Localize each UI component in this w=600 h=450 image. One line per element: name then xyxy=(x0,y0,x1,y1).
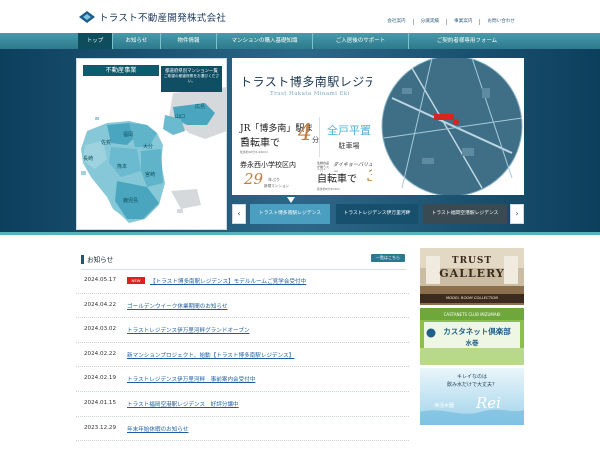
water-purifier-banner[interactable]: キレイなのは 飲み水だけで大丈夫？ 浄活水器 Rei xyxy=(420,368,524,425)
news-date: 2024.02.19 xyxy=(84,375,117,382)
nav-item-properties[interactable]: 物件情報 xyxy=(161,33,217,49)
news-section: お知らせ 一覧はこちら 2024.05.17 NEW 【トラスト博多南駅レジデン… xyxy=(76,248,409,450)
carousel-tab-fukuoka-airport[interactable]: トラスト福岡空港駅レジデンス xyxy=(423,204,507,224)
news-row: 2024.02.19 トラストレジデンス伊万里河畔 事前案内会受付中 xyxy=(76,367,409,392)
parking-line2: 駐車場 xyxy=(338,142,360,150)
castanets-title: カスタネット倶楽部 xyxy=(443,327,511,336)
news-title: お知らせ xyxy=(87,256,114,264)
site-header: トラスト不動産開発株式会社 会社案内 分譲実績 事業案内 お問い合わせ xyxy=(0,0,600,33)
news-link[interactable]: トラストレジデンス伊万里河畔 事前案内会受付中 xyxy=(127,375,255,383)
utility-link-company[interactable]: 会社案内 xyxy=(380,19,412,25)
pref-label-yamaguchi[interactable]: 山口 xyxy=(175,113,185,120)
news-link[interactable]: トラストレジデンス伊万里河畔グランドオープン xyxy=(127,326,250,334)
castanets-small-label: CASTANETS CLUB MIZUMAKI xyxy=(443,312,501,317)
map-description: 都道府県別マンション一覧 ご希望の都道府県をお選びください。 xyxy=(161,66,222,92)
news-row: 2024.01.15 トラスト福岡空港駅レジデンス 好評分譲中 xyxy=(76,392,409,417)
global-nav: トップ お知らせ 物件情報 マンションの購入基礎知識 ご入居後のサポート ご契約… xyxy=(0,33,600,49)
nav-item-top[interactable]: トップ xyxy=(78,33,113,49)
prefecture-map-panel: 不動産事業 都道府県別マンション一覧 ご希望の都道府県をお選びください。 広島 … xyxy=(76,58,227,230)
news-row: 2024.04.22 ゴールデンウイーク休業期間のお知らせ xyxy=(76,294,409,319)
supermarket-block: 生鮮食品が揃うスーパー ダイキョーバリュー 自転車で 3 徒歩約9分(670m) xyxy=(317,160,377,194)
station-access-note: 徒歩約16分(1,240m) xyxy=(240,150,268,154)
gallery-title-line1: TRUST xyxy=(451,256,493,266)
news-link[interactable]: ゴールデンウイーク休業期間のお知らせ xyxy=(127,302,228,310)
water-question-line2: 飲み水だけで大丈夫？ xyxy=(446,382,497,388)
gallery-subtitle: MODEL ROOM COLLECTION xyxy=(445,295,499,300)
pref-label-miyazaki[interactable]: 宮崎 xyxy=(145,171,155,178)
pref-label-kumamoto[interactable]: 熊本 xyxy=(117,163,127,170)
station-access-unit: 分 xyxy=(312,136,319,144)
nav-item-basics[interactable]: マンションの購入基礎知識 xyxy=(217,33,313,49)
news-more-button[interactable]: 一覧はこちら xyxy=(371,254,405,262)
news-row: 2024.03.02 トラストレジデンス伊万里河畔グランドオープン xyxy=(76,318,409,343)
news-link[interactable]: 年末年始休暇のお知らせ xyxy=(127,425,188,433)
gallery-banner[interactable]: TRUST GALLERY MODEL ROOM COLLECTION xyxy=(420,248,524,305)
station-access-block: JR「博多南」駅まで 自転車で 4 分 徒歩約16分(1,240m) xyxy=(240,117,320,157)
featured-property-subtitle: Trust Hakata Minami Eki xyxy=(270,91,350,97)
castanets-logo-icon xyxy=(426,328,436,338)
school-note: 新規マンション xyxy=(264,184,290,188)
supermarket-note: 徒歩約9分(670m) xyxy=(317,187,341,191)
nav-item-contract-form[interactable]: ご契約者様専用フォーム xyxy=(409,33,525,49)
supermarket-line: 自転車で xyxy=(317,174,357,185)
news-date: 2024.02.22 xyxy=(84,350,117,357)
news-date: 2024.03.02 xyxy=(84,326,117,333)
featured-property-panel[interactable]: トラスト博多南駅レジデンス Trust Hakata Minami Eki JR… xyxy=(232,58,524,195)
news-link[interactable]: トラスト福岡空港駅レジデンス 好評分譲中 xyxy=(127,400,239,408)
aerial-photo-image xyxy=(372,58,524,195)
pref-label-nagasaki[interactable]: 長崎 xyxy=(83,155,93,162)
nav-item-support[interactable]: ご入居後のサポート xyxy=(313,33,409,49)
station-access-line2: 自転車で xyxy=(240,138,280,149)
carousel-indicator-icon xyxy=(287,197,295,203)
school-line1: 券永西小学校区内 xyxy=(240,161,296,169)
parking-line1: 全戸平置 xyxy=(327,124,371,137)
pref-label-saga[interactable]: 佐賀 xyxy=(101,139,111,146)
news-link[interactable]: 【トラスト博多南駅レジデンス】モデルルームご見学会受付中 xyxy=(150,277,306,285)
map-title: 不動産事業 xyxy=(83,65,159,76)
carousel-tab-imari-kahan[interactable]: トラストレジデンス伊万里河畔 xyxy=(336,204,418,224)
water-question-line1: キレイなのは xyxy=(456,374,487,380)
new-badge: NEW xyxy=(127,277,145,284)
news-date: 2024.05.17 xyxy=(84,277,117,283)
news-row: 2024.02.22 新マンションプロジェクト、始動【トラスト博多南駅レジデンス… xyxy=(76,343,409,368)
company-name: トラスト不動産開発株式会社 xyxy=(99,13,227,24)
nav-item-news[interactable]: お知らせ xyxy=(113,33,161,49)
news-row: 2024.05.17 NEW 【トラスト博多南駅レジデンス】モデルルームご見学会… xyxy=(76,269,409,294)
station-access-minutes: 4 xyxy=(298,121,312,146)
castanets-subtitle: 水巻 xyxy=(465,339,479,347)
utility-link-results[interactable]: 分譲実績 xyxy=(412,19,446,25)
news-list: 2024.05.17 NEW 【トラスト博多南駅レジデンス】モデルルームご見学会… xyxy=(76,269,409,442)
school-block: 券永西小学校区内 29 年ぶり 新規マンション xyxy=(240,160,310,194)
utility-links: 会社案内 分譲実績 事業案内 お問い合わせ xyxy=(380,19,522,25)
map-desc-line2: ご希望の都道府県をお選びください。 xyxy=(163,74,220,83)
news-heading-bar xyxy=(81,254,84,264)
pref-label-oita[interactable]: 大分 xyxy=(143,143,153,150)
carousel-tab-hakata-minami[interactable]: トラスト博多南駅レジデンス xyxy=(250,204,330,224)
news-row: 2023.12.29 年末年始休暇のお知らせ xyxy=(76,417,409,442)
school-unit: 年ぶり xyxy=(268,177,280,182)
school-years: 29 xyxy=(244,170,264,188)
news-link[interactable]: 新マンションプロジェクト、始動【トラスト博多南駅レジデンス】 xyxy=(127,351,294,359)
water-brand-name: Rei xyxy=(476,394,501,412)
news-date: 2023.12.29 xyxy=(84,424,117,431)
utility-link-contact[interactable]: お問い合わせ xyxy=(479,19,522,25)
gallery-title-line2: GALLERY xyxy=(439,267,505,280)
logo-mark-icon xyxy=(79,11,95,23)
company-logo[interactable]: トラスト不動産開発株式会社 xyxy=(79,10,226,24)
news-heading: お知らせ xyxy=(81,254,113,264)
water-sub-label: 浄活水器 xyxy=(434,403,455,409)
news-date: 2024.01.15 xyxy=(84,399,117,406)
news-date: 2024.04.22 xyxy=(84,301,117,308)
carousel-next-button[interactable]: › xyxy=(510,204,524,224)
castanets-club-banner[interactable]: CASTANETS CLUB MIZUMAKI カスタネット倶楽部 水巻 xyxy=(420,308,524,365)
pref-label-hiroshima[interactable]: 広島 xyxy=(195,103,205,110)
utility-link-business[interactable]: 事業案内 xyxy=(446,19,479,25)
carousel-prev-button[interactable]: ‹ xyxy=(232,204,246,224)
pref-label-kagoshima[interactable]: 鹿児島 xyxy=(123,197,138,204)
pref-label-fukuoka[interactable]: 福岡 xyxy=(123,131,133,138)
hero-divider xyxy=(0,232,600,235)
parking-block: 全戸平置 駐車場 xyxy=(325,122,373,162)
